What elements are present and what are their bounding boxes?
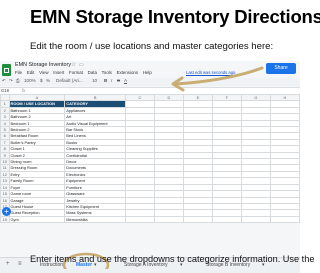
annotation-overlay [62,66,264,269]
doc-bottom-text: Enter items and use the dropdowns to cat… [30,254,315,264]
annotation-arrow [171,66,264,92]
